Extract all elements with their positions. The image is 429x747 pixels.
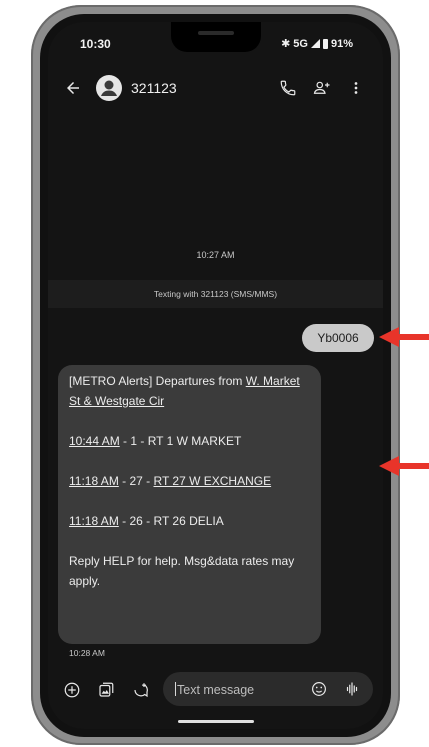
- back-arrow-icon[interactable]: [64, 79, 82, 97]
- network-type: 5G: [293, 37, 308, 50]
- departure-line: 11:18 AM - 26 - RT 26 DELIA: [69, 514, 224, 528]
- battery-icon: [322, 38, 328, 49]
- route-name: RT 1 W MARKET: [147, 434, 242, 448]
- annotation-arrow-icon: [379, 456, 429, 476]
- texting-with-banner: Texting with 321123 (SMS/MMS): [48, 280, 383, 308]
- phone-icon[interactable]: [279, 79, 297, 97]
- sticker-icon[interactable]: [132, 681, 150, 699]
- gallery-icon[interactable]: [97, 681, 115, 699]
- camera-notch: [171, 22, 261, 52]
- message-intro: [METRO Alerts] Departures from W. Market…: [69, 374, 300, 408]
- received-message-bubble[interactable]: [METRO Alerts] Departures from W. Market…: [58, 365, 321, 644]
- departure-line: 10:44 AM - 1 - RT 1 W MARKET: [69, 434, 242, 448]
- battery-percent: 91%: [330, 37, 353, 50]
- add-person-icon[interactable]: [312, 79, 332, 97]
- departure-line: 11:18 AM - 27 - RT 27 W EXCHANGE: [69, 474, 272, 488]
- message-footer: Reply HELP for help. Msg&data rates may …: [69, 554, 295, 588]
- departure-time-link[interactable]: 10:44 AM: [69, 434, 120, 448]
- departure-time-link[interactable]: 11:18 AM: [69, 474, 119, 488]
- received-timestamp: 10:28 AM: [69, 648, 105, 658]
- status-indicators: ✱ 5G 91%: [281, 37, 353, 51]
- emoji-icon[interactable]: [310, 680, 328, 698]
- avatar-person-icon: [101, 80, 117, 96]
- route-name-link[interactable]: RT 27 W EXCHANGE: [154, 474, 272, 488]
- signal-icon: [310, 39, 320, 48]
- bluetooth-icon: ✱: [281, 38, 291, 50]
- phone-screen: 10:30 ✱ 5G 91% 321123 10:27 AM Texting w…: [48, 22, 383, 729]
- departure-time-link[interactable]: 11:18 AM: [69, 514, 119, 528]
- earpiece: [198, 31, 234, 35]
- route-name: RT 26 DELIA: [153, 514, 224, 528]
- sent-message-bubble[interactable]: Yb0006: [302, 324, 374, 352]
- annotation-arrow-icon: [379, 327, 429, 347]
- contact-name[interactable]: 321123: [131, 80, 177, 96]
- text-caret: [175, 682, 176, 696]
- voice-icon[interactable]: [344, 680, 360, 698]
- avatar[interactable]: [96, 75, 122, 101]
- compose-bar: [48, 672, 383, 708]
- add-circle-icon[interactable]: [63, 681, 81, 699]
- status-time: 10:30: [80, 37, 111, 51]
- home-indicator[interactable]: [178, 720, 254, 723]
- text-message-input[interactable]: [175, 672, 299, 708]
- app-bar: 321123: [48, 70, 383, 110]
- text-message-field[interactable]: [163, 672, 373, 708]
- conversation-timestamp: 10:27 AM: [196, 250, 235, 260]
- more-vert-icon[interactable]: [352, 79, 360, 97]
